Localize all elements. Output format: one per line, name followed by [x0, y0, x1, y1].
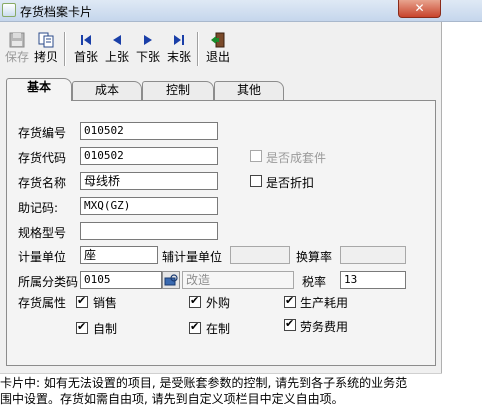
purchase-label: 外购 — [206, 296, 231, 310]
category-label: 所属分类码 — [18, 275, 79, 289]
tab-strip: 基本 成本 控制 其他 — [0, 78, 442, 101]
inv-code-label: 存货代码 — [18, 151, 67, 165]
last-button[interactable]: 末张 — [164, 30, 194, 68]
first-button[interactable]: 首张 — [71, 30, 101, 68]
exit-door-icon — [211, 32, 225, 48]
first-record-icon — [81, 35, 91, 45]
in-process-checkbox[interactable] — [189, 320, 201, 334]
save-label: 保存 — [4, 50, 29, 64]
background-area — [442, 22, 482, 406]
inv-code-input[interactable]: 010502 — [80, 147, 218, 165]
help-note: 卡片中: 如有无法设置的项目, 是受账套参数的控制, 请先到各子系统的业务范 围… — [0, 373, 442, 406]
exit-label: 退出 — [205, 50, 230, 64]
category-lookup-button[interactable] — [162, 271, 180, 289]
close-button[interactable]: ✕ — [398, 0, 441, 18]
tab-other[interactable]: 其他 — [214, 81, 284, 100]
labor-checkbox[interactable] — [284, 317, 296, 331]
production-label: 生产耗用 — [300, 296, 349, 310]
rate-label: 换算率 — [296, 250, 333, 264]
is-kit-checkbox[interactable] — [250, 150, 262, 162]
mnemonic-input[interactable]: MXQ(GZ) — [80, 197, 218, 215]
window-title: 存货档案卡片 — [20, 5, 93, 19]
exit-button[interactable]: 退出 — [203, 30, 233, 68]
copy-icon — [38, 32, 54, 48]
purchase-checkbox[interactable] — [189, 294, 201, 308]
lookup-icon — [164, 274, 178, 286]
inv-no-input[interactable]: 010502 — [80, 122, 218, 140]
tab-basic[interactable]: 基本 — [6, 78, 72, 101]
category-code-input[interactable]: 0105 — [80, 271, 162, 289]
tab-cost[interactable]: 成本 — [72, 81, 142, 100]
labor-label: 劳务费用 — [300, 320, 349, 334]
self-made-checkbox[interactable] — [76, 320, 88, 334]
prev-label: 上张 — [104, 50, 129, 64]
save-button[interactable]: 保存 — [2, 30, 32, 68]
aux-unit-input[interactable] — [230, 246, 290, 264]
category-name-field: 改造 — [182, 271, 294, 289]
is-discount-checkbox[interactable] — [250, 175, 262, 187]
sales-checkbox[interactable] — [76, 294, 88, 308]
next-label: 下张 — [135, 50, 160, 64]
inv-name-input[interactable]: 母线桥 — [80, 172, 218, 190]
last-label: 末张 — [166, 50, 191, 64]
rate-input[interactable] — [340, 246, 406, 264]
toolbar-separator — [64, 32, 66, 66]
first-label: 首张 — [73, 50, 98, 64]
spec-label: 规格型号 — [18, 226, 67, 240]
title-bar: 存货档案卡片 ✕ — [0, 0, 482, 22]
floppy-disk-icon — [9, 32, 25, 48]
production-checkbox[interactable] — [284, 294, 296, 308]
next-button[interactable]: 下张 — [133, 30, 163, 68]
tax-input[interactable]: 13 — [340, 271, 406, 289]
close-icon: ✕ — [414, 1, 425, 15]
unit-label: 计量单位 — [18, 250, 67, 264]
tax-label: 税率 — [302, 275, 327, 289]
unit-input[interactable]: 座 — [80, 246, 158, 264]
sales-label: 销售 — [93, 296, 118, 310]
in-process-label: 在制 — [206, 322, 231, 336]
tab-control[interactable]: 控制 — [142, 81, 214, 100]
self-made-label: 自制 — [93, 322, 118, 336]
inv-name-label: 存货名称 — [18, 176, 67, 190]
copy-label: 拷贝 — [33, 50, 58, 64]
mnemonic-label: 助记码: — [18, 201, 59, 215]
toolbar: 保存 拷贝 首张 上张 下张 末张 退出 — [0, 26, 442, 70]
last-record-icon — [174, 35, 184, 45]
toolbar-separator — [197, 32, 199, 66]
help-note-line-2: 围中设置。存货如需自由项, 请先到自定义项栏目中定义自由项。 — [0, 392, 344, 406]
copy-button[interactable]: 拷贝 — [31, 30, 61, 68]
is-kit-label: 是否成套件 — [266, 151, 327, 165]
app-icon — [2, 3, 16, 17]
card-window: 保存 拷贝 首张 上张 下张 末张 退出 基本 成本 控制 其他 存货编号 01… — [0, 22, 442, 373]
is-discount-label: 是否折扣 — [266, 176, 315, 190]
help-note-line-1: 卡片中: 如有无法设置的项目, 是受账套参数的控制, 请先到各子系统的业务范 — [0, 376, 408, 390]
next-icon — [144, 35, 152, 45]
spec-input[interactable] — [80, 222, 218, 240]
previous-icon — [113, 35, 121, 45]
aux-unit-label: 辅计量单位 — [162, 250, 223, 264]
prev-button[interactable]: 上张 — [102, 30, 132, 68]
inv-no-label: 存货编号 — [18, 126, 67, 140]
attr-label: 存货属性 — [18, 296, 67, 310]
